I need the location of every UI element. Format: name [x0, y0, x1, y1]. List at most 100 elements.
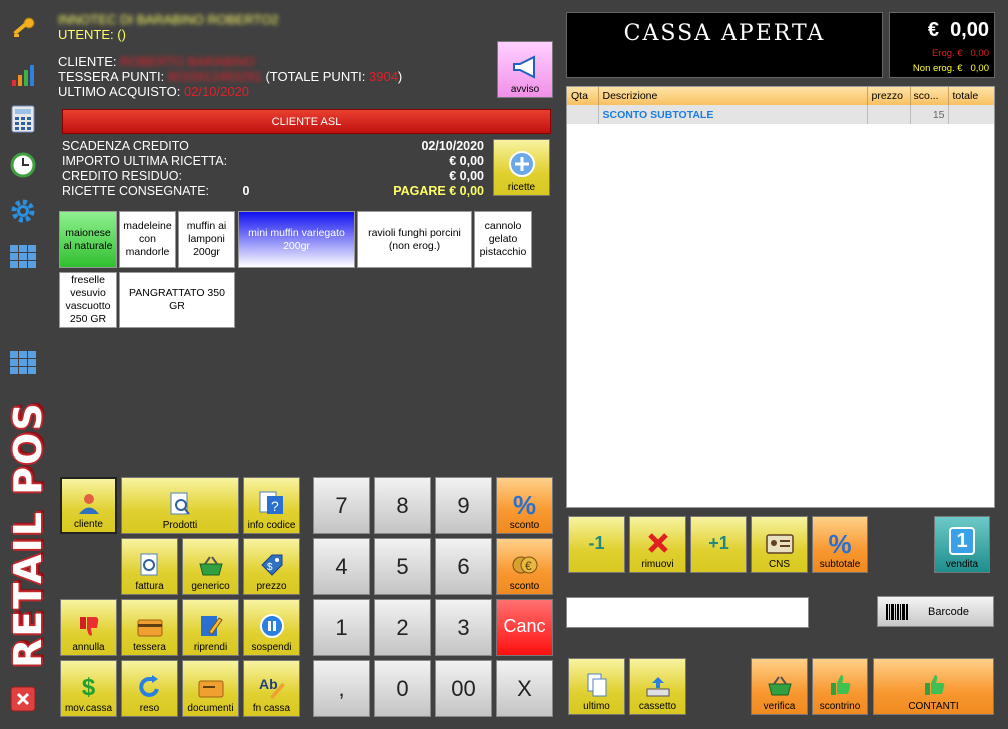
subtotale-button[interactable]: % subtotale [812, 516, 868, 573]
items-table[interactable]: Qta Descrizione prezzo sco... totale SCO… [566, 86, 995, 508]
grid-icon[interactable] [8, 348, 38, 378]
sospendi-label: sospendi [251, 642, 292, 653]
numpad-1[interactable]: 1 [313, 599, 370, 656]
column-header-prezzo[interactable]: prezzo [867, 87, 911, 105]
prodotti-label: Prodotti [162, 520, 198, 531]
id-card-icon [765, 534, 794, 554]
info-codice-button[interactable]: ? info codice [243, 477, 300, 534]
documenti-button[interactable]: documenti [182, 660, 239, 717]
verifica-button[interactable]: verifica [751, 658, 808, 715]
product-button[interactable]: mini muffin variegato 200gr [238, 211, 355, 268]
column-header-qta[interactable]: Qta [567, 87, 599, 105]
recipes-label: RICETTE CONSEGNATE: [62, 184, 210, 198]
close-icon[interactable] [8, 684, 38, 714]
scontrino-button[interactable]: scontrino [812, 658, 868, 715]
product-button[interactable]: muffin ai lamponi 200gr [178, 211, 235, 268]
chart-bars-icon[interactable] [8, 60, 38, 90]
contanti-button[interactable]: CONTANTI [873, 658, 994, 715]
numpad-8[interactable]: 8 [374, 477, 431, 534]
numpad-7[interactable]: 7 [313, 477, 370, 534]
numpad-comma[interactable]: , [313, 660, 370, 717]
user-icon [78, 494, 99, 514]
product-button[interactable]: cannolo gelato pistacchio [474, 211, 532, 268]
cash-status: CASSA APERTA [566, 12, 883, 78]
cliente-button[interactable]: cliente [60, 477, 117, 534]
numpad-00[interactable]: 00 [435, 660, 492, 717]
rimuovi-button[interactable]: rimuovi [629, 516, 686, 573]
sconto-money-button[interactable]: € sconto [496, 538, 553, 595]
numpad-4[interactable]: 4 [313, 538, 370, 595]
numpad-clear-x[interactable]: X [496, 660, 553, 717]
copy-document-icon [587, 673, 606, 697]
vendita-button[interactable]: 1 vendita [934, 516, 990, 573]
svg-text:$: $ [267, 562, 273, 573]
ultimo-button[interactable]: ultimo [568, 658, 625, 715]
svg-text:Ab: Ab [259, 676, 278, 692]
prezzo-button[interactable]: $ prezzo [243, 538, 300, 595]
numpad-9[interactable]: 9 [435, 477, 492, 534]
product-button[interactable]: ravioli funghi porcini (non erog.) [357, 211, 472, 268]
numpad-6[interactable]: 6 [435, 538, 492, 595]
gear-icon[interactable] [8, 196, 38, 226]
table-row[interactable]: SCONTO SUBTOTALE 15 [567, 105, 994, 124]
card-label: TESSERA PUNTI: [58, 69, 165, 84]
product-button[interactable]: freselle vesuvio vascuotto 250 GR [59, 272, 117, 328]
column-header-descrizione[interactable]: Descrizione [598, 87, 868, 105]
info-codice-label: info codice [247, 520, 296, 531]
mov-cassa-button[interactable]: $ mov.cassa [60, 660, 117, 717]
riprendi-button[interactable]: riprendi [182, 599, 239, 656]
pause-icon [259, 614, 284, 638]
fattura-button[interactable]: fattura [121, 538, 178, 595]
sospendi-button[interactable]: sospendi [243, 599, 300, 656]
avviso-button[interactable]: avviso [497, 41, 553, 98]
store-name: INNOTEC DI BARABINO ROBERTO2 [58, 12, 279, 27]
row-prezzo [867, 105, 911, 124]
column-header-sconto[interactable]: sco... [910, 87, 949, 105]
row-qta [567, 105, 599, 124]
sconto-percent-button[interactable]: % sconto [496, 477, 553, 534]
ricette-button[interactable]: ricette [493, 139, 550, 196]
row-sconto: 15 [910, 105, 949, 124]
subtotale-label: subtotale [819, 559, 861, 570]
tessera-button[interactable]: tessera [121, 599, 178, 656]
clock-icon[interactable] [8, 150, 38, 180]
price-tag-icon: $ [260, 554, 282, 576]
fn-cassa-button[interactable]: Ab fn cassa [243, 660, 300, 717]
key-icon[interactable] [8, 14, 38, 44]
edit-document-icon [200, 616, 223, 636]
cns-button[interactable]: CNS [751, 516, 808, 573]
numpad-5[interactable]: 5 [374, 538, 431, 595]
brand-logo: RETAIL POS [6, 401, 50, 668]
last-recipe-value: € 0,00 [449, 154, 484, 168]
grid-icon[interactable] [8, 242, 38, 272]
last-purchase-value: 02/10/2020 [183, 84, 250, 99]
canc-button[interactable]: Canc [496, 599, 553, 656]
expiry-label: SCADENZA CREDITO [62, 139, 189, 153]
product-button[interactable]: madeleine con mandorle [119, 211, 176, 268]
ultimo-label: ultimo [583, 701, 610, 712]
pay-label: PAGARE € 0,00 [393, 184, 484, 198]
text-edit-icon: Ab [259, 676, 285, 699]
numpad-2[interactable]: 2 [374, 599, 431, 656]
total-value: 0,00 [950, 19, 989, 41]
plus-one-button[interactable]: +1 [690, 516, 747, 573]
barcode-button[interactable]: Barcode [877, 596, 994, 627]
card-icon [137, 619, 162, 637]
product-button[interactable]: maionese al naturale [59, 211, 117, 268]
reso-button[interactable]: reso [121, 660, 178, 717]
column-header-totale[interactable]: totale [948, 87, 994, 105]
generico-button[interactable]: generico [182, 538, 239, 595]
cassetto-button[interactable]: cassetto [629, 658, 686, 715]
numpad-0[interactable]: 0 [374, 660, 431, 717]
prodotti-button[interactable]: Prodotti [121, 477, 239, 534]
cassetto-label: cassetto [638, 701, 677, 712]
asl-banner: CLIENTE ASL [62, 109, 551, 134]
fattura-label: fattura [135, 581, 164, 592]
calculator-icon[interactable] [8, 104, 38, 134]
minus-one-button[interactable]: -1 [568, 516, 625, 573]
product-button[interactable]: PANGRATTATO 350 GR [119, 272, 235, 328]
last-recipe-label: IMPORTO ULTIMA RICETTA: [62, 154, 228, 168]
barcode-input[interactable] [566, 597, 809, 628]
annulla-button[interactable]: annulla [60, 599, 117, 656]
numpad-3[interactable]: 3 [435, 599, 492, 656]
